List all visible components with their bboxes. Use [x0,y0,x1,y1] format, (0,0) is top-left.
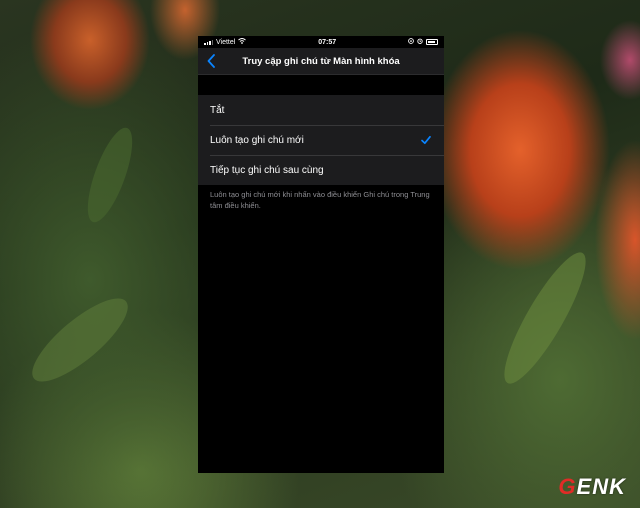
signal-bars-icon [204,39,213,45]
genk-watermark-logo: G ENK [558,474,626,499]
carrier-label: Viettel [216,38,236,46]
rotation-lock-icon [408,38,414,46]
back-chevron-icon [207,54,215,68]
page-title: Truy cập ghi chú từ Màn hình khóa [242,55,400,67]
background-leaf [78,122,142,228]
wifi-icon [238,38,247,46]
battery-icon [426,39,438,45]
checkmark-icon [421,135,431,145]
option-description: Luôn tạo ghi chú mới khi nhấn vào điều k… [210,190,430,210]
option-always-new-note[interactable]: Luôn tạo ghi chú mới [198,125,444,155]
phone-screen: Viettel 07:57 Truy cập ghi chú từ Màn hì… [198,36,444,473]
background-leaf [491,244,599,392]
background-leaf [21,286,139,394]
option-label: Tiếp tục ghi chú sau cùng [210,164,324,176]
option-label: Luôn tạo ghi chú mới [210,134,304,146]
back-button[interactable] [204,52,218,70]
alarm-icon [417,38,423,46]
option-resume-last-note[interactable]: Tiếp tục ghi chú sau cùng [198,155,444,185]
navigation-bar: Truy cập ghi chú từ Màn hình khóa [198,48,444,75]
status-bar: Viettel 07:57 [198,36,444,48]
status-time: 07:57 [318,38,337,46]
options-list: Tắt Luôn tạo ghi chú mới Tiếp tục ghi ch… [198,95,444,185]
option-off[interactable]: Tắt [198,95,444,125]
option-label: Tắt [210,104,225,116]
section-spacer [198,75,444,95]
